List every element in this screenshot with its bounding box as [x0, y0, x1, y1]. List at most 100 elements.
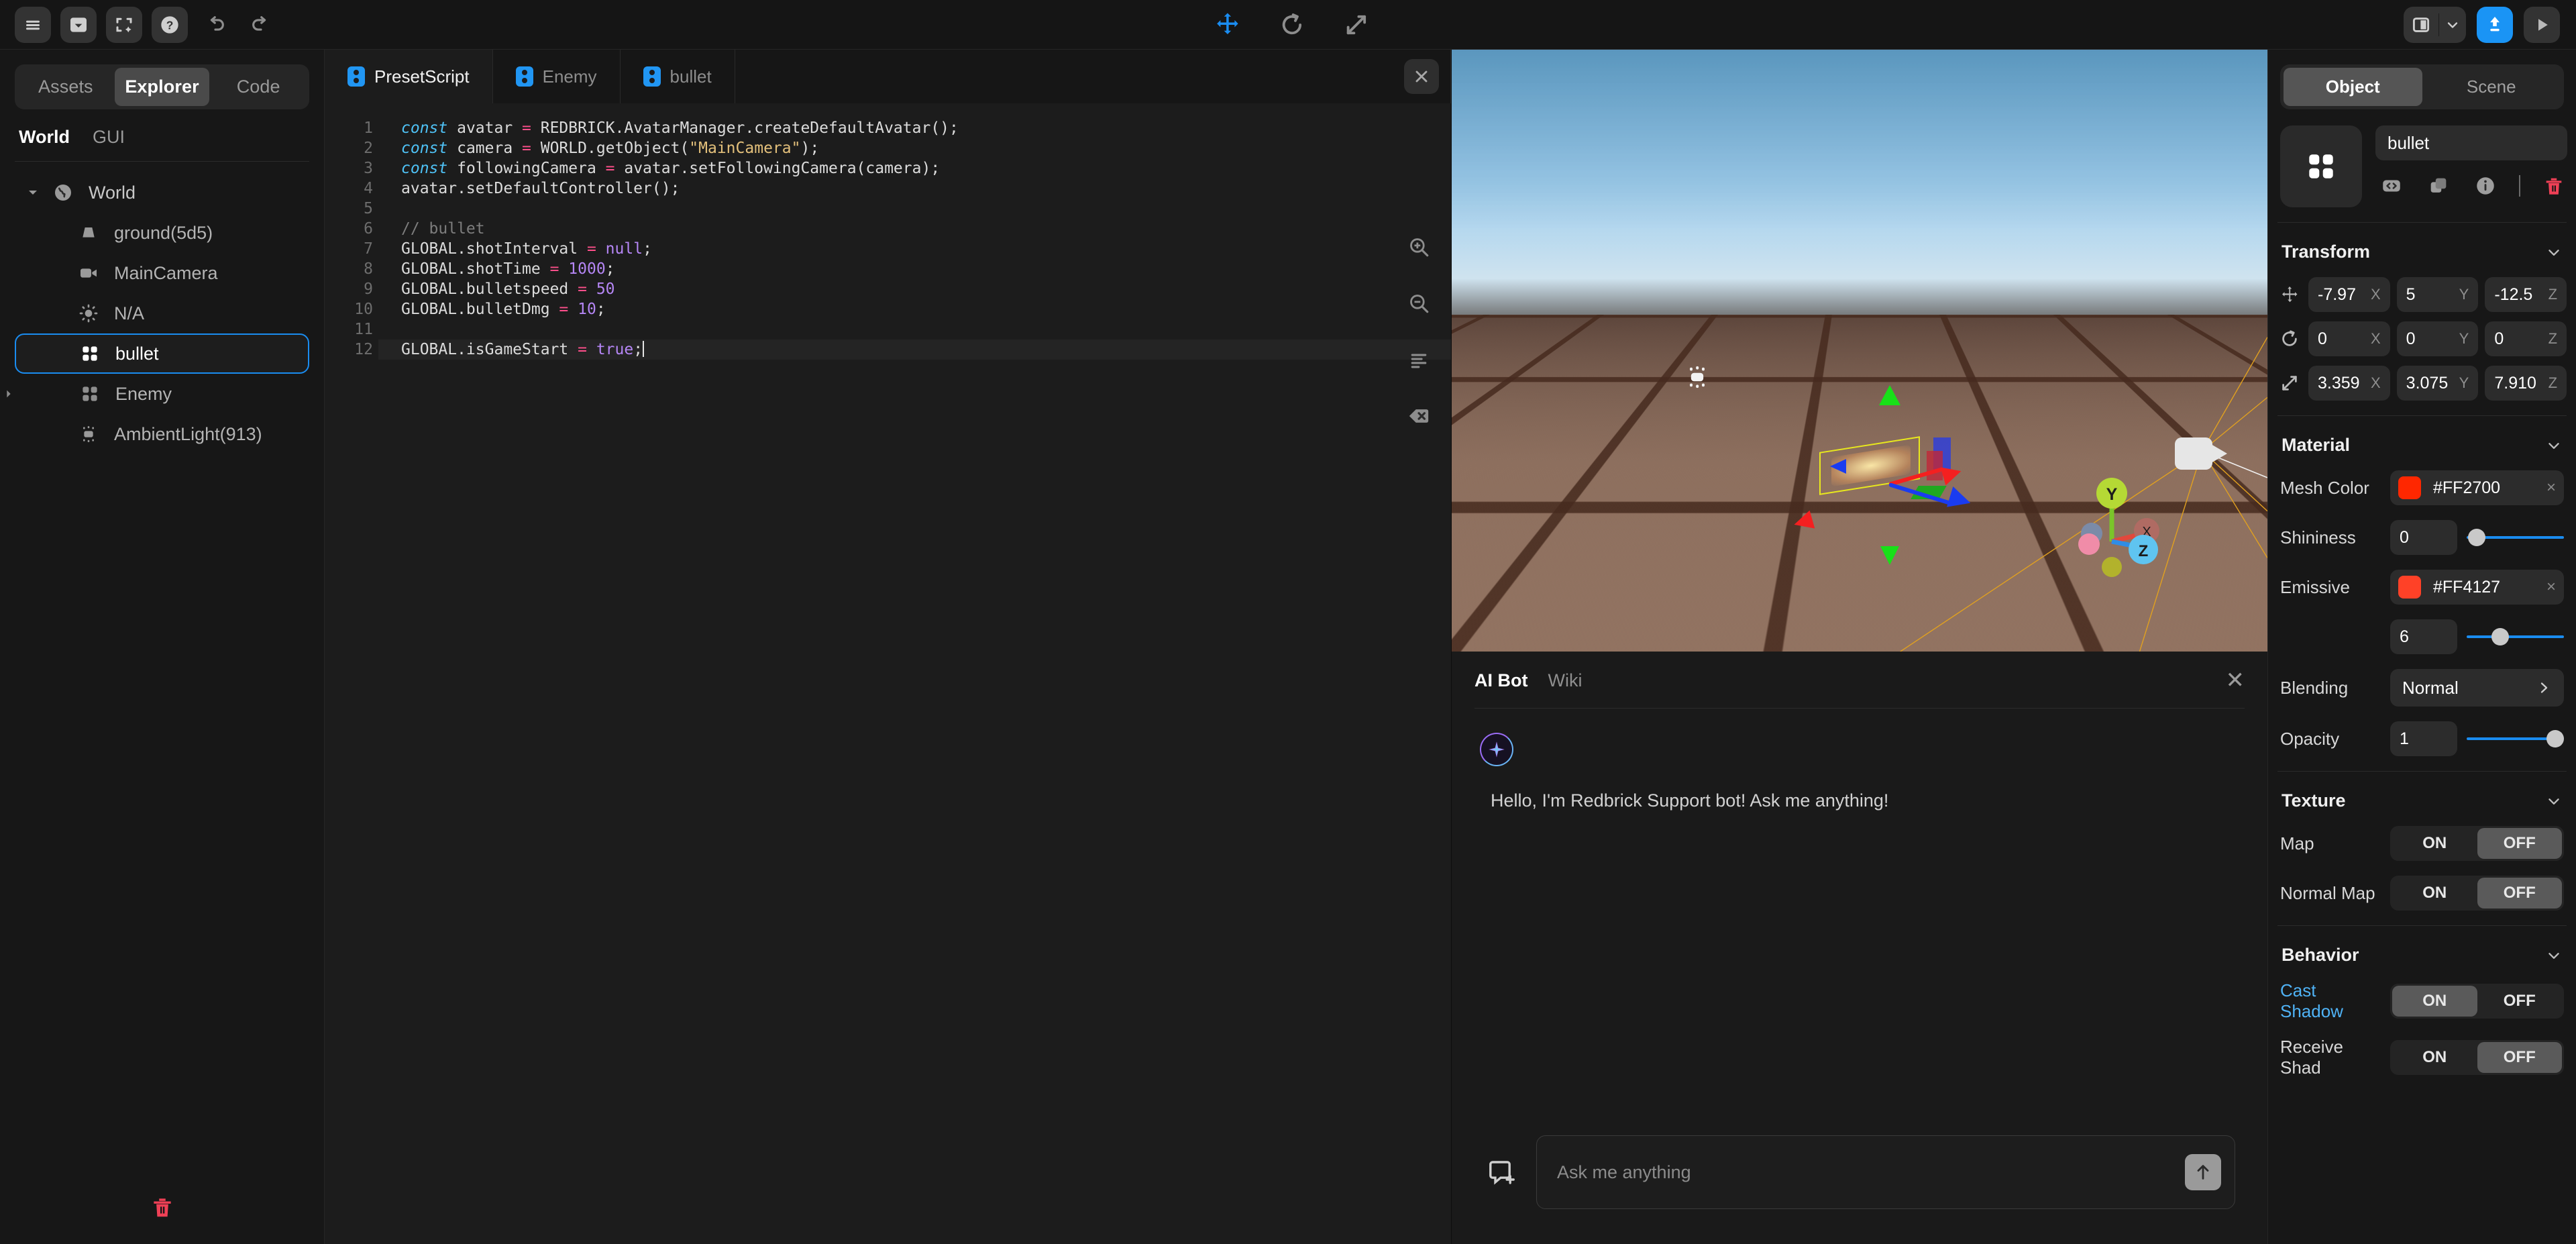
chevron-down-icon[interactable] [2545, 244, 2563, 261]
duplicate-icon[interactable] [2425, 172, 2452, 199]
rotate-tool[interactable] [1277, 10, 1307, 40]
shininess-slider[interactable] [2467, 527, 2564, 548]
subtab-gui[interactable]: GUI [93, 127, 125, 148]
tree-item-maincamera[interactable]: MainCamera [15, 253, 309, 293]
chevron-right-icon[interactable] [2536, 680, 2552, 696]
tree-item-ground[interactable]: ground(5d5) [15, 213, 309, 253]
chevron-down-icon[interactable] [2439, 7, 2466, 43]
code-lines[interactable]: const avatar = REDBRICK.AvatarManager.cr… [378, 103, 1451, 1244]
slider-knob[interactable] [2468, 529, 2486, 546]
position-y-field[interactable]: 5 Y [2396, 277, 2479, 312]
format-lines-icon[interactable] [1404, 345, 1434, 374]
normal-map-toggle[interactable]: ON OFF [2390, 876, 2564, 911]
rotation-x-field[interactable]: 0 X [2308, 321, 2390, 356]
move-tool[interactable] [1213, 10, 1242, 40]
attach-note-icon[interactable] [1484, 1155, 1519, 1190]
code-tab-bullet[interactable]: bullet [621, 50, 735, 103]
chevron-down-icon[interactable] [2545, 437, 2563, 454]
code-icon[interactable] [2378, 172, 2405, 199]
panel-icon[interactable] [60, 6, 97, 43]
toggle-off[interactable]: OFF [2477, 986, 2563, 1017]
map-toggle[interactable]: ON OFF [2390, 826, 2564, 861]
tab-assets[interactable]: Assets [18, 68, 113, 106]
gizmo-arrow-z-neg[interactable] [1830, 459, 1846, 474]
emissive-value[interactable]: 6 [2390, 619, 2457, 654]
chevron-down-icon[interactable] [2545, 792, 2563, 810]
tree-item-world[interactable]: World [15, 172, 309, 213]
trash-icon[interactable] [2540, 172, 2567, 199]
close-icon[interactable] [1404, 59, 1439, 94]
toggle-off[interactable]: OFF [2477, 828, 2562, 859]
toggle-on[interactable]: ON [2392, 828, 2477, 859]
publish-upload-icon[interactable] [2477, 6, 2513, 43]
toggle-on[interactable]: ON [2392, 1042, 2477, 1073]
redo-icon[interactable] [243, 7, 279, 43]
delete-object-button[interactable] [0, 1194, 324, 1220]
orientation-axis-gizmo[interactable]: X Z Y [2062, 466, 2183, 580]
tab-code[interactable]: Code [211, 68, 306, 106]
clear-tag-icon[interactable] [1404, 401, 1434, 431]
code-area[interactable]: 1 2 3 4 5 6 7 8 9 10 11 12 const avatar … [325, 103, 1451, 1244]
chevron-right-icon[interactable] [0, 388, 21, 400]
cast-shadow-toggle[interactable]: ON OFF [2390, 984, 2564, 1019]
position-z-field[interactable]: -12.5 Z [2485, 277, 2567, 312]
help-icon[interactable]: ? [152, 6, 188, 43]
light-gizmo[interactable] [1682, 362, 1712, 392]
tree-item-enemy[interactable]: Enemy [7, 374, 309, 414]
tree-item-bullet[interactable]: bullet [15, 333, 309, 374]
rotation-z-field[interactable]: 0 Z [2485, 321, 2567, 356]
chat-input[interactable] [1557, 1161, 2185, 1183]
info-icon[interactable] [2472, 172, 2499, 199]
tree-item-light[interactable]: N/A [15, 293, 309, 333]
zoom-in-icon[interactable] [1404, 232, 1434, 262]
mesh-color-field[interactable]: #FF2700 × [2390, 470, 2564, 505]
gizmo-arrow-y-neg[interactable] [1880, 546, 1899, 565]
chevron-down-icon[interactable] [20, 186, 46, 199]
receive-shadow-toggle[interactable]: ON OFF [2390, 1040, 2564, 1075]
tab-explorer[interactable]: Explorer [114, 68, 210, 106]
play-icon[interactable] [2524, 6, 2560, 43]
section-header-material[interactable]: Material [2268, 431, 2576, 456]
panel-layout-icon[interactable] [2404, 7, 2438, 43]
scale-z-field[interactable]: 7.910 Z [2485, 366, 2567, 401]
color-swatch[interactable] [2398, 576, 2421, 599]
clear-icon[interactable]: × [2546, 478, 2556, 497]
rotation-y-field[interactable]: 0 Y [2396, 321, 2479, 356]
3d-viewport[interactable]: X Z Y [1452, 50, 2267, 652]
blending-select[interactable]: Normal [2390, 669, 2564, 707]
opacity-slider[interactable] [2467, 729, 2564, 749]
code-tab-presetscript[interactable]: PresetScript [325, 50, 493, 103]
object-name-input[interactable] [2375, 125, 2567, 160]
chat-tab-wiki[interactable]: Wiki [1548, 670, 1582, 691]
chat-input-field[interactable] [1536, 1135, 2235, 1209]
close-icon[interactable]: ✕ [2226, 669, 2245, 692]
slider-knob[interactable] [2546, 730, 2564, 747]
main-camera-gizmo[interactable] [2175, 437, 2227, 470]
tab-scene[interactable]: Scene [2422, 68, 2561, 106]
arrow-up-icon[interactable] [2185, 1154, 2221, 1190]
color-swatch[interactable] [2398, 476, 2421, 499]
section-header-behavior[interactable]: Behavior [2268, 941, 2576, 966]
subtab-world[interactable]: World [19, 127, 70, 148]
emissive-slider[interactable] [2467, 627, 2564, 647]
toggle-on[interactable]: ON [2392, 878, 2477, 909]
menu-icon[interactable] [15, 6, 51, 43]
emissive-color-field[interactable]: #FF4127 × [2390, 570, 2564, 605]
section-header-texture[interactable]: Texture [2268, 786, 2576, 811]
zoom-out-icon[interactable] [1404, 289, 1434, 318]
scale-tool[interactable] [1342, 10, 1371, 40]
undo-icon[interactable] [197, 7, 233, 43]
slider-knob[interactable] [2491, 628, 2509, 645]
position-x-field[interactable]: -7.97 X [2308, 277, 2390, 312]
fullscreen-icon[interactable] [106, 6, 142, 43]
toggle-off[interactable]: OFF [2477, 1042, 2562, 1073]
toggle-on[interactable]: ON [2392, 986, 2477, 1017]
chat-tab-ai-bot[interactable]: AI Bot [1474, 670, 1527, 691]
tab-object[interactable]: Object [2284, 68, 2422, 106]
section-header-transform[interactable]: Transform [2268, 238, 2576, 262]
scale-y-field[interactable]: 3.075 Y [2396, 366, 2479, 401]
opacity-value[interactable]: 1 [2390, 721, 2457, 756]
toggle-off[interactable]: OFF [2477, 878, 2562, 909]
clear-icon[interactable]: × [2546, 578, 2556, 597]
gizmo-arrow-y-pos[interactable] [1879, 385, 1900, 405]
